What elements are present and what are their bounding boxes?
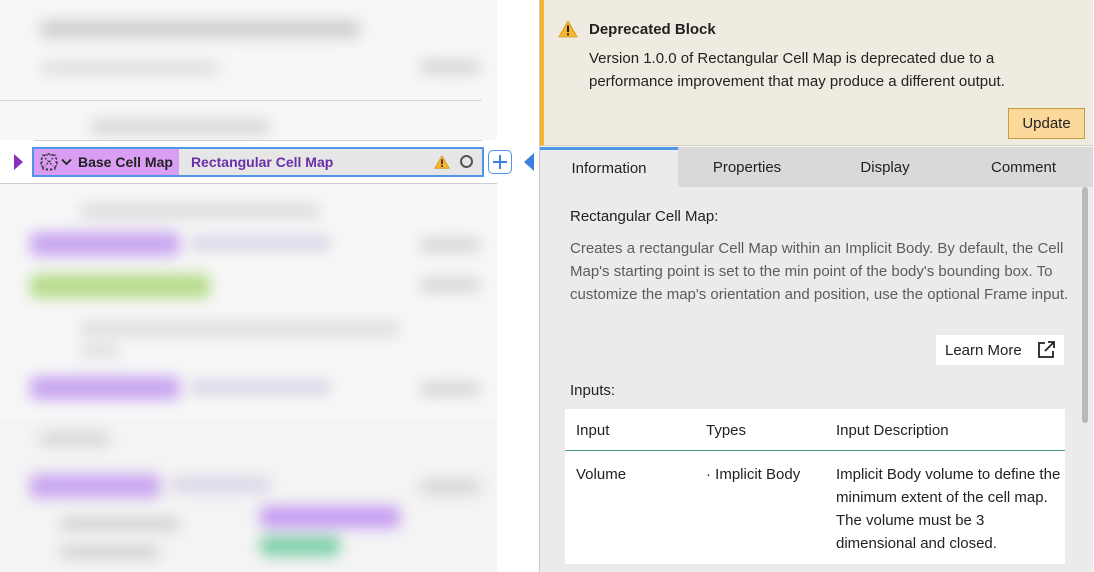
blurred-row (40, 20, 360, 38)
external-link-icon (1036, 340, 1056, 360)
warning-icon (434, 155, 450, 169)
tab-comment[interactable]: Comment (954, 147, 1093, 187)
info-description: Creates a rectangular Cell Map within an… (570, 240, 1069, 303)
inputs-heading: Inputs: (570, 382, 616, 399)
blurred-row (260, 536, 340, 556)
cell-input-types: · Implicit Body (706, 466, 801, 483)
add-block-button[interactable] (488, 150, 512, 174)
tab-properties[interactable]: Properties (678, 147, 816, 187)
blurred-row (30, 274, 210, 298)
divider (0, 100, 482, 101)
expand-arrow-icon[interactable] (14, 154, 23, 170)
update-button[interactable]: Update (1008, 108, 1085, 139)
deprecation-banner: Deprecated Block Version 1.0.0 of Rectan… (540, 0, 1093, 146)
blurred-row (420, 382, 480, 396)
row-separator (565, 564, 1065, 572)
blurred-content-bottom (0, 418, 497, 572)
info-title: Rectangular Cell Map: (570, 208, 719, 225)
blurred-row (30, 232, 180, 256)
blurred-row (420, 278, 480, 292)
column-header-description: Input Description (836, 422, 949, 439)
deprecation-message: Version 1.0.0 of Rectangular Cell Map is… (589, 50, 1005, 90)
rectangular-cell-map-block[interactable]: Base Cell Map Rectangular Cell Map (32, 147, 484, 177)
blurred-row (60, 546, 160, 558)
graph-pane: Base Cell Map Rectangular Cell Map (0, 0, 497, 572)
blurred-row (30, 376, 180, 400)
tab-display[interactable]: Display (816, 147, 954, 187)
blurred-row (90, 120, 270, 134)
blurred-row (80, 322, 400, 336)
scrollbar-thumb[interactable] (1082, 187, 1088, 423)
add-icon (493, 155, 507, 169)
chevron-down-icon (60, 156, 72, 168)
tab-bar: Information Properties Display Comment (540, 147, 1093, 187)
warning-icon (558, 20, 578, 38)
column-header-types: Types (706, 422, 747, 439)
block-row: Base Cell Map Rectangular Cell Map (0, 140, 497, 184)
blurred-row (40, 432, 110, 446)
cell-map-icon (38, 152, 60, 172)
blurred-row (190, 236, 330, 250)
blurred-row (420, 480, 480, 494)
blurred-row (80, 204, 320, 218)
status-circle-icon[interactable] (460, 155, 473, 168)
blurred-row (420, 238, 480, 252)
learn-more-label: Learn More (945, 341, 1022, 359)
deprecation-title: Deprecated Block (589, 21, 716, 38)
blurred-row (60, 518, 180, 530)
learn-more-button[interactable]: Learn More (936, 335, 1064, 365)
tab-information[interactable]: Information (540, 147, 678, 187)
blurred-row (30, 474, 160, 498)
column-header-input: Input (576, 422, 610, 439)
base-type-label: Base Cell Map (78, 154, 173, 170)
divider (34, 140, 482, 141)
inspector-panel: Deprecated Block Version 1.0.0 of Rectan… (539, 0, 1093, 572)
inputs-table: Input Types Input Description Volume · I… (565, 409, 1065, 572)
blurred-row (260, 506, 400, 528)
blurred-row (420, 60, 480, 74)
blurred-row (170, 478, 270, 492)
block-name-label: Rectangular Cell Map (190, 154, 334, 170)
base-type-selector[interactable]: Base Cell Map (34, 149, 179, 175)
cell-input-description: Implicit Body volume to define the minim… (836, 466, 1061, 552)
blurred-row (40, 62, 220, 74)
table-header-row: Input Types Input Description (565, 409, 1065, 451)
information-tab-content: Rectangular Cell Map: Creates a rectangu… (540, 187, 1093, 572)
cell-input-name: Volume (576, 466, 627, 483)
collapse-arrow-icon[interactable] (524, 153, 534, 171)
blurred-row (80, 345, 120, 357)
blurred-row (190, 380, 330, 394)
